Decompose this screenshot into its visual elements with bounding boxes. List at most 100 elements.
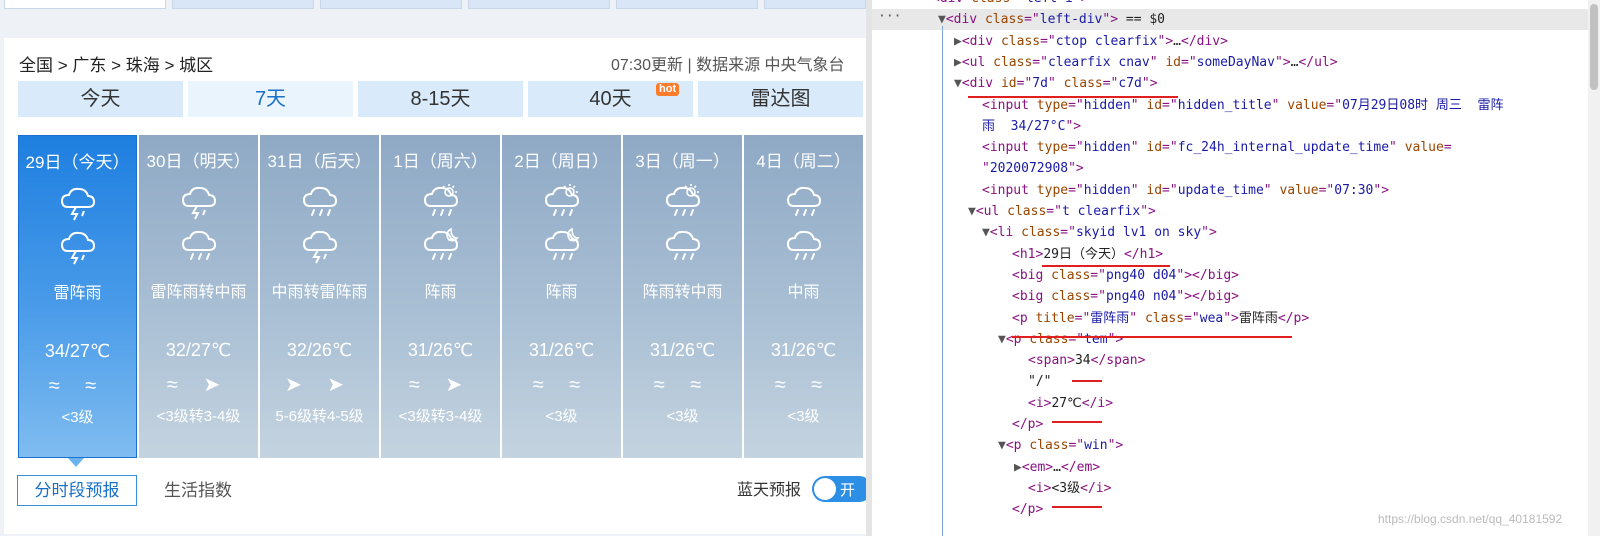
dom-token: 7d <box>1032 76 1048 92</box>
dom-token: 2020072908 <box>989 161 1069 177</box>
dom-token: <i> <box>1028 480 1052 496</box>
weather-page: 全国 > 广东 > 珠海 > 城区 07:30更新 | 数据来源 中央气象台 今… <box>0 0 866 536</box>
top-tab[interactable] <box>172 0 314 9</box>
breadcrumb[interactable]: 全国 > 广东 > 珠海 > 城区 <box>19 51 213 76</box>
collapse-arrow-icon[interactable]: ▶ <box>954 34 962 49</box>
dom-node-line[interactable]: "2020072908"> <box>982 158 1084 179</box>
dom-node-line[interactable]: ▼<p class="tem"> <box>998 329 1123 350</box>
wind-level: <3级 <box>666 408 699 425</box>
day-temp: 34/27℃ <box>44 341 111 361</box>
devtools-scroll-thumb[interactable] <box>1590 4 1598 90</box>
top-tab[interactable] <box>468 0 610 9</box>
expand-arrow-icon[interactable]: ▼ <box>968 204 976 219</box>
dom-node-line[interactable]: ▼<div id="7d" class="c7d"> <box>954 73 1158 94</box>
more-icon[interactable]: ··· <box>878 9 901 24</box>
dom-token: tem <box>1084 331 1108 347</box>
dom-node-line[interactable]: <i>27℃</i> <box>1028 393 1113 414</box>
top-tab[interactable] <box>616 0 758 9</box>
top-tab[interactable] <box>4 0 166 9</box>
day-card[interactable]: 2日（周日） 阵雨 31/26℃ ≈ ≈ <3级 <box>502 135 621 458</box>
dom-token: 雷阵雨 <box>1090 310 1130 326</box>
tab-hourly-forecast[interactable]: 分时段预报 <box>17 475 137 506</box>
dom-token: <h1> <box>1012 246 1044 262</box>
dom-node-line[interactable]: </p> <box>1012 414 1043 435</box>
dom-token: </em> <box>1060 459 1101 475</box>
dom-token: <div <box>932 0 971 6</box>
dom-node-line[interactable]: ▶<div class="ctop clearfix">…</div> <box>954 31 1228 52</box>
dom-token: <input <box>982 182 1037 198</box>
wind-direction-icon: ≈ ➤ <box>408 374 473 396</box>
day-card[interactable]: 29日（今天） 雷阵雨 34/27℃ ≈ ≈ <3级 <box>18 135 137 458</box>
hot-badge: hot <box>656 83 680 96</box>
dom-token: <div <box>945 12 985 28</box>
tab-7days[interactable]: 7天 <box>188 81 353 117</box>
dom-token: =" <box>1046 204 1062 219</box>
collapse-arrow-icon[interactable]: ▶ <box>1014 460 1022 475</box>
day-temp: 32/26℃ <box>286 340 353 360</box>
dom-node-line[interactable]: ▼<div class="left-div"> == $0 <box>938 9 1165 30</box>
dom-node-line[interactable]: 雨 34/27°C"> <box>982 116 1081 137</box>
day-card[interactable]: 4日（周二） 中雨 31/26℃ ≈ ≈ <3级 <box>744 135 863 458</box>
dom-token: <p <box>1012 310 1036 326</box>
dom-token: png40 d04 <box>1105 267 1177 283</box>
day-card[interactable]: 3日（周一） 阵雨转中雨 31/26℃ ≈ ≈ <3级 <box>623 135 742 458</box>
dom-token: "> <box>1107 438 1124 454</box>
dom-node-line[interactable]: ▶<em>…</em> <box>1014 457 1100 478</box>
dom-node-line[interactable]: </p> <box>1012 499 1043 520</box>
dom-node-line[interactable]: <p title="雷阵雨" class="wea">雷阵雨</p> <box>1012 308 1309 329</box>
highlight-underline <box>968 96 1178 98</box>
tab-life-index[interactable]: 生活指数 <box>164 475 232 506</box>
dom-token: =" <box>1068 140 1084 156</box>
dom-token: someDayNav <box>1196 54 1275 70</box>
dom-node-line[interactable]: <input type="hidden" id="update_time" va… <box>982 180 1389 201</box>
day-temp: 31/26℃ <box>407 340 474 360</box>
dom-token: value <box>1279 182 1319 198</box>
dom-node-line[interactable]: <div class="left-i"> <box>932 0 1089 9</box>
tab-radar[interactable]: 雷达图 <box>698 81 863 117</box>
sky-forecast-toggle[interactable]: 开 <box>812 476 866 502</box>
moon-rain-icon <box>502 226 621 264</box>
dom-node-line[interactable]: ▶<ul class="clearfix cnav" id="someDayNa… <box>954 52 1338 73</box>
selected-day-pointer <box>68 458 84 467</box>
tab-40days-label: 40天 <box>589 88 632 110</box>
dom-token: class <box>1021 225 1061 241</box>
day-card[interactable]: 31日（后天） 中雨转雷阵雨 32/26℃ ➤ ➤ 5-6级转4-5级 <box>260 135 379 458</box>
expand-arrow-icon[interactable]: ▼ <box>998 438 1006 453</box>
dom-node-line[interactable]: <span>34</span> <box>1028 350 1145 371</box>
dom-token: =" <box>1040 33 1056 49</box>
dom-token: class <box>1063 76 1103 92</box>
day-card[interactable]: 1日（周六） 阵雨 31/26℃ ≈ ➤ <3级转3-4级 <box>381 135 500 458</box>
dom-node-line[interactable]: ▼<ul class="t clearfix"> <box>968 201 1156 222</box>
day-card[interactable]: 30日（明天） 雷阵雨转中雨 32/27℃ ≈ ➤ <3级转3-4级 <box>139 135 258 458</box>
expand-arrow-icon[interactable]: ▼ <box>982 225 990 240</box>
top-tab[interactable] <box>320 0 462 9</box>
collapse-arrow-icon[interactable]: ▶ <box>954 55 962 70</box>
dom-token: type <box>1036 182 1069 198</box>
expand-arrow-icon[interactable]: ▼ <box>954 76 962 91</box>
rain-icon <box>139 226 258 264</box>
dom-node-line[interactable]: <h1>29日（今天）</h1> <box>1012 244 1163 265</box>
dom-token: " <box>1389 140 1405 156</box>
dom-node-line[interactable]: <i><3级</i> <box>1028 478 1111 499</box>
dom-token: t clearfix <box>1061 204 1141 219</box>
dom-token: hidden <box>1083 140 1131 156</box>
dom-node-line[interactable]: <big class="png40 d04"></big> <box>1012 265 1239 286</box>
expand-arrow-icon[interactable]: ▼ <box>938 12 946 27</box>
top-tab[interactable] <box>764 0 866 9</box>
dom-token: =" <box>1162 140 1178 156</box>
dom-token: =" <box>1024 12 1040 28</box>
dom-token: </p> <box>1012 502 1044 518</box>
dom-node-line[interactable]: <input type="hidden" id="fc_24h_internal… <box>982 137 1452 158</box>
dom-node-line[interactable]: ▼<li class="skyid lv1 on sky"> <box>982 222 1217 243</box>
tab-today[interactable]: 今天 <box>18 81 183 117</box>
forecast-panel: 全国 > 广东 > 珠海 > 城区 07:30更新 | 数据来源 中央气象台 今… <box>4 38 866 534</box>
dom-node-line[interactable]: <big class="png40 n04"></big> <box>1012 286 1239 307</box>
dom-node-line[interactable]: "/" <box>1028 371 1051 392</box>
tab-8-15days[interactable]: 8-15天 <box>358 81 523 117</box>
dom-token: " <box>1149 54 1166 70</box>
dom-token: <p <box>1005 438 1030 454</box>
dom-node-line[interactable]: ▼<p class="win"> <box>998 435 1123 456</box>
dom-token: " <box>982 161 990 177</box>
expand-arrow-icon[interactable]: ▼ <box>998 332 1006 347</box>
dom-token: =" <box>1184 310 1200 326</box>
